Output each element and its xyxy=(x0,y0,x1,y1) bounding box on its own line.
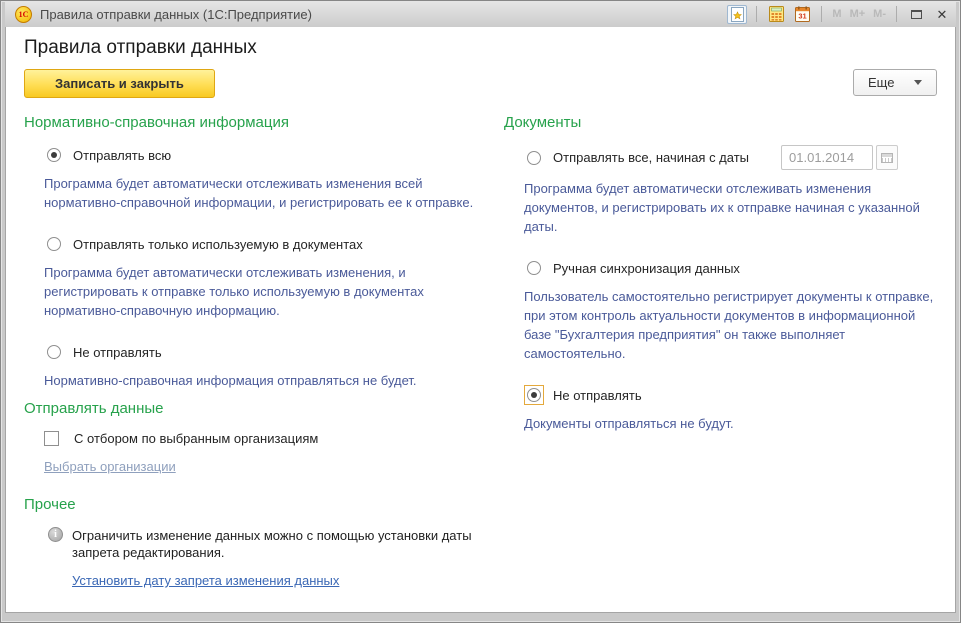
hint-docs-manual-sync: Пользователь самостоятельно регистрирует… xyxy=(524,287,937,363)
info-icon: i xyxy=(48,527,63,542)
calendar-icon[interactable]: 31 xyxy=(792,5,812,24)
info-row: i Ограничить изменение данных можно с по… xyxy=(48,527,504,561)
titlebar-separator xyxy=(896,6,897,22)
radio-icon xyxy=(47,345,61,359)
svg-text:31: 31 xyxy=(798,12,806,21)
radio-nsi-send-used[interactable]: Отправлять только используемую в докумен… xyxy=(44,234,504,254)
info-text: Ограничить изменение данных можно с помо… xyxy=(72,527,504,561)
mini-calendar-icon xyxy=(881,153,893,163)
window-title: Правила отправки данных (1С:Предприятие) xyxy=(40,7,727,22)
more-button-label: Еще xyxy=(868,75,894,90)
radio-icon xyxy=(527,388,541,402)
hint-nsi-send-all: Программа будет автоматически отслеживат… xyxy=(44,174,489,212)
chevron-down-icon xyxy=(914,80,922,85)
memory-m-button[interactable]: M xyxy=(831,8,842,20)
start-date-input[interactable] xyxy=(781,145,873,170)
titlebar-separator xyxy=(756,6,757,22)
1c-logo-icon: 1С xyxy=(15,6,32,23)
hint-docs-send-from-date: Программа будет автоматически отслеживат… xyxy=(524,179,937,236)
radio-icon xyxy=(47,148,61,162)
radio-icon xyxy=(527,151,541,165)
radio-label: Отправлять все, начиная с даты xyxy=(553,150,749,165)
radio-nsi-dont-send[interactable]: Не отправлять xyxy=(44,342,504,362)
checkbox-label: С отбором по выбранным организациям xyxy=(74,431,318,446)
checkbox-icon xyxy=(44,431,59,446)
toolbar: Записать и закрыть Еще xyxy=(24,69,937,98)
section-title-nsi: Нормативно-справочная информация xyxy=(24,114,504,131)
hint-nsi-dont-send: Нормативно-справочная информация отправл… xyxy=(44,371,489,390)
radio-label: Отправлять только используемую в докумен… xyxy=(73,237,363,252)
radio-label: Ручная синхронизация данных xyxy=(553,261,740,276)
more-button[interactable]: Еще xyxy=(853,69,937,96)
memory-m-plus-button[interactable]: M+ xyxy=(849,8,867,20)
section-title-send-data: Отправлять данные xyxy=(24,400,504,417)
maximize-icon xyxy=(911,10,922,19)
hint-nsi-send-used: Программа будет автоматически отслеживат… xyxy=(44,263,489,320)
radio-icon xyxy=(47,237,61,251)
radio-docs-dont-send[interactable]: Не отправлять xyxy=(524,385,937,405)
radio-docs-manual-sync[interactable]: Ручная синхронизация данных xyxy=(524,258,937,278)
section-title-other: Прочее xyxy=(24,496,504,513)
favorites-star-page-icon[interactable] xyxy=(727,5,747,24)
checkbox-filter-by-orgs[interactable]: С отбором по выбранным организациям xyxy=(44,431,504,446)
radio-icon xyxy=(527,261,541,275)
memory-m-minus-button[interactable]: M- xyxy=(872,8,887,20)
radio-label: Отправлять всю xyxy=(73,148,171,163)
calculator-icon[interactable] xyxy=(766,5,786,24)
date-picker-button[interactable] xyxy=(876,145,898,170)
radio-label: Не отправлять xyxy=(73,345,162,360)
save-and-close-button[interactable]: Записать и закрыть xyxy=(24,69,215,98)
maximize-button[interactable] xyxy=(906,5,926,24)
set-restriction-date-link[interactable]: Установить дату запрета изменения данных xyxy=(72,573,339,588)
close-button[interactable]: ✕ xyxy=(932,5,952,24)
radio-nsi-send-all[interactable]: Отправлять всю xyxy=(44,145,504,165)
select-organizations-link[interactable]: Выбрать организации xyxy=(44,459,176,474)
form-content: Правила отправки данных Записать и закры… xyxy=(5,27,956,613)
hint-docs-dont-send: Документы отправляться не будут. xyxy=(524,414,937,433)
titlebar-separator xyxy=(821,6,822,22)
radio-docs-send-from-date[interactable]: Отправлять все, начиная с даты xyxy=(524,145,937,170)
app-window: 1С Правила отправки данных (1С:Предприят… xyxy=(0,0,961,623)
titlebar: 1С Правила отправки данных (1С:Предприят… xyxy=(5,1,956,27)
radio-label: Не отправлять xyxy=(553,388,642,403)
close-icon: ✕ xyxy=(937,8,948,21)
section-title-documents: Документы xyxy=(504,114,937,131)
page-title: Правила отправки данных xyxy=(24,37,937,59)
